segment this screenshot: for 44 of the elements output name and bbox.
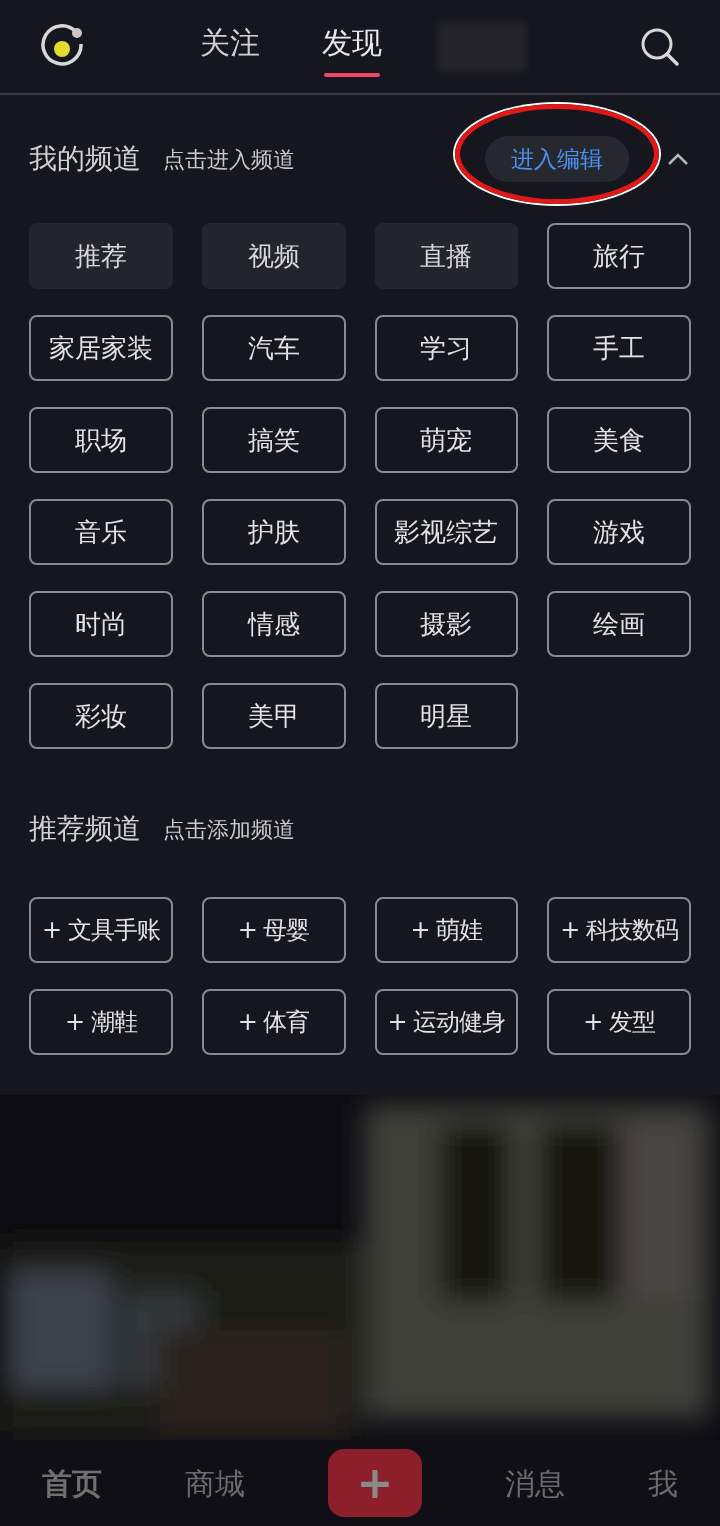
- channel-chip[interactable]: 彩妆: [29, 683, 173, 749]
- channel-chip[interactable]: 萌宠: [374, 407, 519, 473]
- edit-button[interactable]: 进入编辑: [485, 136, 629, 182]
- channel-chip[interactable]: 家居家装: [29, 315, 173, 381]
- header-tab[interactable]: 发现: [322, 16, 382, 77]
- search-icon[interactable]: [640, 26, 680, 67]
- channel-chip[interactable]: 美食: [547, 407, 691, 473]
- channel-chip[interactable]: 绘画: [547, 591, 691, 657]
- channel-chip[interactable]: 汽车: [201, 315, 346, 381]
- channel-chip[interactable]: 游戏: [547, 499, 691, 565]
- add-channel-chip[interactable]: + 发型: [547, 989, 691, 1055]
- channel-chip[interactable]: 音乐: [29, 499, 173, 565]
- add-channel-chip[interactable]: + 母婴: [201, 897, 346, 963]
- nav-tab[interactable]: 消息: [505, 1460, 566, 1506]
- section-hint: 点击添加频道: [163, 815, 295, 844]
- nav-tab[interactable]: 商城: [184, 1460, 245, 1506]
- add-channel-chip[interactable]: + 体育: [201, 989, 346, 1055]
- channel-chip[interactable]: 摄影: [374, 591, 519, 657]
- add-channel-chip[interactable]: + 萌娃: [374, 897, 519, 963]
- channel-chip[interactable]: 学习: [374, 315, 519, 381]
- channel-chip[interactable]: 直播: [374, 223, 519, 289]
- channel-chip[interactable]: 视频: [201, 223, 346, 289]
- add-channel-chip[interactable]: + 科技数码: [547, 897, 691, 963]
- channel-chip[interactable]: 职场: [29, 407, 173, 473]
- section-hint: 点击进入频道: [163, 145, 295, 174]
- add-channel-chip[interactable]: + 潮鞋: [29, 989, 173, 1055]
- nav-tab[interactable]: 我: [648, 1460, 679, 1506]
- channel-chip[interactable]: 搞笑: [201, 407, 346, 473]
- header-tab[interactable]: 关注: [200, 16, 260, 77]
- channel-chip[interactable]: 旅行: [547, 223, 691, 289]
- section-title: 我的频道: [29, 141, 141, 177]
- channel-chip[interactable]: 美甲: [201, 683, 346, 749]
- chevron-icon[interactable]: [667, 152, 689, 166]
- channel-chip[interactable]: 影视综艺: [374, 499, 519, 565]
- channel-chip[interactable]: 时尚: [29, 591, 173, 657]
- channel-chip[interactable]: 护肤: [201, 499, 346, 565]
- nav-tab[interactable]: 首页: [41, 1460, 102, 1506]
- channel-chip[interactable]: 手工: [547, 315, 691, 381]
- channel-chip[interactable]: 推荐: [29, 223, 173, 289]
- add-channel-chip[interactable]: + 运动健身: [374, 989, 519, 1055]
- channel-chip[interactable]: 明星: [374, 683, 519, 749]
- add-channel-chip[interactable]: + 文具手账: [29, 897, 173, 963]
- channel-chip[interactable]: 情感: [201, 591, 346, 657]
- section-title: 推荐频道: [29, 811, 141, 847]
